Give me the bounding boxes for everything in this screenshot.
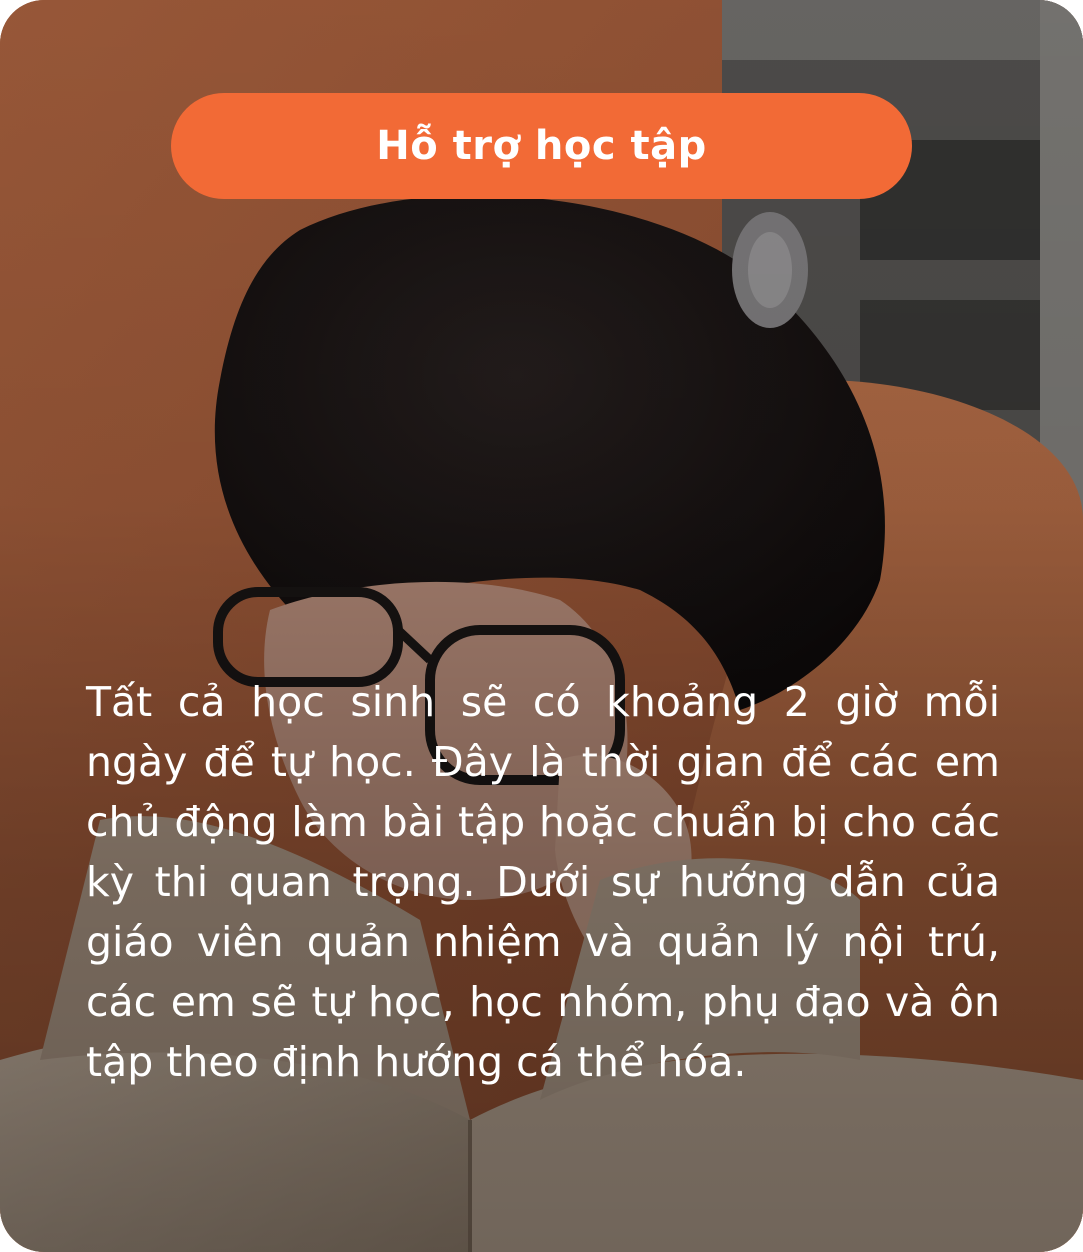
section-badge-label: Hỗ trợ học tập bbox=[376, 123, 707, 169]
description-paragraph: Tất cả học sinh sẽ có khoảng 2 giờ mỗi n… bbox=[86, 678, 1000, 1086]
section-badge: Hỗ trợ học tập bbox=[171, 93, 912, 199]
info-card: Hỗ trợ học tập Tất cả học sinh sẽ có kho… bbox=[0, 0, 1083, 1252]
